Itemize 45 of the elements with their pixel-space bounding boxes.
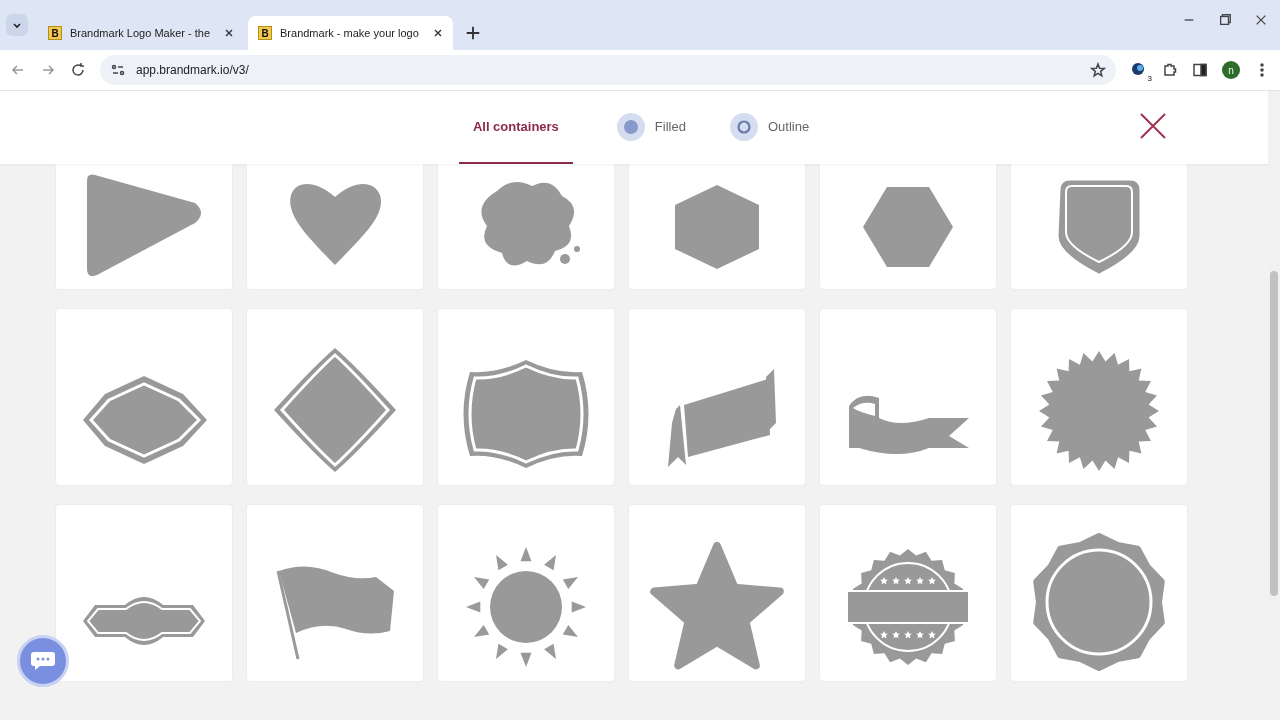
container-card[interactable] <box>246 308 424 486</box>
container-card[interactable] <box>819 164 997 290</box>
container-card[interactable] <box>1010 164 1188 290</box>
puzzle-icon[interactable] <box>1162 62 1178 78</box>
close-icon[interactable] <box>1254 13 1268 27</box>
site-settings-icon[interactable] <box>110 62 126 78</box>
browser-tab[interactable]: B Brandmark - make your logo <box>248 16 453 50</box>
container-card[interactable] <box>246 504 424 682</box>
profile-avatar[interactable]: n <box>1222 61 1240 79</box>
close-button[interactable] <box>1138 111 1168 141</box>
star-icon[interactable] <box>1090 62 1106 78</box>
container-card[interactable] <box>246 164 424 290</box>
container-card[interactable] <box>55 308 233 486</box>
sidebar-icon[interactable] <box>1192 62 1208 78</box>
favicon-icon: B <box>48 26 62 40</box>
chevron-down-icon <box>12 20 22 30</box>
favicon-icon: B <box>258 26 272 40</box>
close-icon[interactable] <box>432 28 443 38</box>
chat-bubble-icon <box>30 650 56 672</box>
reload-icon[interactable] <box>70 62 86 78</box>
close-icon[interactable] <box>224 28 234 38</box>
notification-count: 3 <box>1147 74 1152 83</box>
tab-list-button[interactable] <box>6 14 28 36</box>
container-card[interactable] <box>437 504 615 682</box>
filter-tab[interactable]: Filled <box>616 91 686 164</box>
container-card[interactable] <box>437 308 615 486</box>
address-bar[interactable]: app.brandmark.io/v3/ <box>100 55 1116 85</box>
container-card[interactable] <box>628 308 806 486</box>
container-card[interactable] <box>437 164 615 290</box>
container-card[interactable] <box>55 504 233 682</box>
container-card[interactable] <box>819 308 997 486</box>
container-card[interactable] <box>628 504 806 682</box>
container-card[interactable] <box>628 164 806 290</box>
outline-circle-icon <box>729 112 758 141</box>
scrollbar-thumb[interactable] <box>1270 271 1278 596</box>
browser-tab[interactable]: B Brandmark Logo Maker - the <box>38 16 244 50</box>
extension-icon[interactable] <box>1130 61 1146 77</box>
container-card[interactable] <box>819 504 997 682</box>
container-card[interactable] <box>55 164 233 290</box>
container-card[interactable] <box>1010 504 1188 682</box>
filled-circle-icon <box>616 112 645 141</box>
filter-tab[interactable]: Outline <box>729 91 810 164</box>
restore-icon[interactable] <box>1218 13 1232 27</box>
container-card[interactable] <box>1010 308 1188 486</box>
url-text: app.brandmark.io/v3/ <box>136 63 250 77</box>
